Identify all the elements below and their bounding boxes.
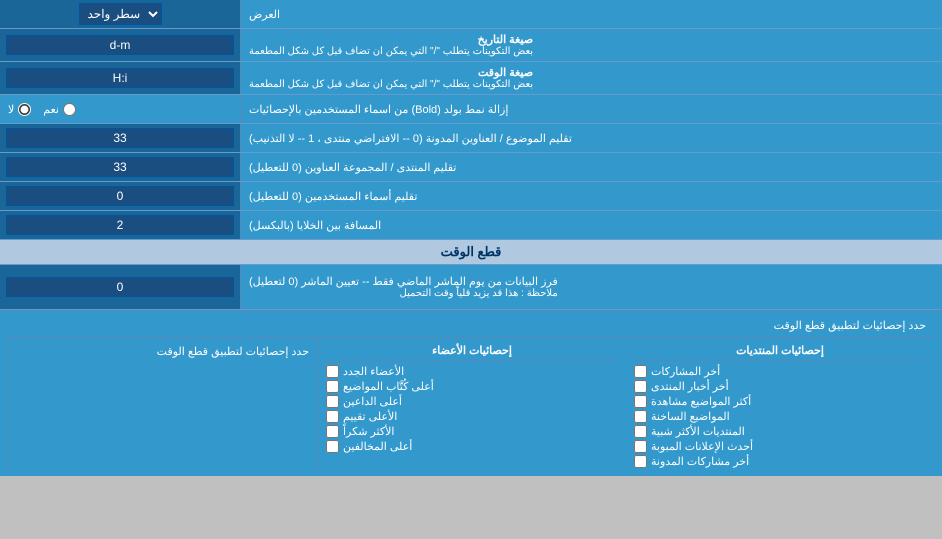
sort-topics-label: تقليم الموضوع / العناوين المدونة (0 -- ا… xyxy=(240,124,942,152)
column-spacing-row: المسافة بين الخلايا (بالبكسل) xyxy=(0,211,942,240)
sort-forum-row: تقليم المنتدى / المجموعة العناوين (0 للت… xyxy=(0,153,942,182)
checkbox-item-forum-news: أخر أخبار المنتدى xyxy=(634,380,926,393)
checkbox-classifieds[interactable] xyxy=(634,440,647,453)
date-format-label: صيغة التاريخ بعض التكوينات يتطلب "/" الت… xyxy=(240,29,942,61)
checkbox-top-writers[interactable] xyxy=(326,380,339,393)
col-members-header: إحصائيات الأعضاء xyxy=(326,341,618,361)
realtime-section-header: قطع الوقت xyxy=(0,240,942,265)
sort-forum-input[interactable] xyxy=(6,157,234,177)
checkbox-item-top-inviters: أعلى الداعين xyxy=(326,395,618,408)
checkbox-top-rated[interactable] xyxy=(326,410,339,423)
checkbox-item-most-viewed: أكثر المواضيع مشاهدة xyxy=(634,395,926,408)
checkbox-top-inviters[interactable] xyxy=(326,395,339,408)
date-format-input[interactable] xyxy=(6,35,234,55)
time-format-input-cell xyxy=(0,62,240,94)
display-mode-label: العرض xyxy=(240,0,942,28)
radio-no[interactable] xyxy=(18,103,31,116)
checkbox-item-new-members: الأعضاء الجدد xyxy=(326,365,618,378)
checkbox-col-forums: إحصائيات المنتديات أخر المشاركات أخر أخب… xyxy=(626,337,934,472)
sort-forum-input-cell xyxy=(0,153,240,181)
bold-remove-row: إزالة نمط بولد (Bold) من اسماء المستخدمي… xyxy=(0,95,942,124)
main-container: العرض سطر واحد عدة أسطر صيغة التاريخ بعض… xyxy=(0,0,942,476)
col-forums-header: إحصائيات المنتديات xyxy=(634,341,926,361)
sort-forum-label: تقليم المنتدى / المجموعة العناوين (0 للت… xyxy=(240,153,942,181)
realtime-filter-row: فرز البيانات من يوم الماشر الماضي فقط --… xyxy=(0,265,942,310)
limit-label-row: حدد إحصائيات لتطبيق قطع الوقت xyxy=(8,315,934,337)
checkbox-col-members: إحصائيات الأعضاء الأعضاء الجدد أعلى كُتَ… xyxy=(317,337,626,472)
sort-users-label: تقليم أسماء المستخدمين (0 للتعطيل) xyxy=(240,182,942,210)
sort-topics-row: تقليم الموضوع / العناوين المدونة (0 -- ا… xyxy=(0,124,942,153)
sort-users-input-cell xyxy=(0,182,240,210)
sort-topics-input-cell xyxy=(0,124,240,152)
checkbox-popular-forums[interactable] xyxy=(634,425,647,438)
checkbox-item-popular-forums: المنتديات الأكثر شبية xyxy=(634,425,926,438)
checkbox-item-top-writers: أعلى كُتَّاب المواضيع xyxy=(326,380,618,393)
column-spacing-label: المسافة بين الخلايا (بالبكسل) xyxy=(240,211,942,239)
checkbox-forum-news[interactable] xyxy=(634,380,647,393)
radio-no-label[interactable]: لا xyxy=(8,103,31,116)
sort-users-row: تقليم أسماء المستخدمين (0 للتعطيل) xyxy=(0,182,942,211)
date-format-row: صيغة التاريخ بعض التكوينات يتطلب "/" الت… xyxy=(0,29,942,62)
realtime-filter-input-cell xyxy=(0,265,240,309)
time-format-row: صيغة الوقت بعض التكوينات يتطلب "/" التي … xyxy=(0,62,942,95)
checkbox-most-thanks[interactable] xyxy=(326,425,339,438)
checkbox-top-violators[interactable] xyxy=(326,440,339,453)
checkbox-shares[interactable] xyxy=(634,365,647,378)
checkbox-item-top-violators: أعلى المخالفين xyxy=(326,440,618,453)
checkboxes-area: حدد إحصائيات لتطبيق قطع الوقت إحصائيات ا… xyxy=(0,310,942,476)
sort-users-input[interactable] xyxy=(6,186,234,206)
checkbox-hot-topics[interactable] xyxy=(634,410,647,423)
time-format-label: صيغة الوقت بعض التكوينات يتطلب "/" التي … xyxy=(240,62,942,94)
sort-topics-input[interactable] xyxy=(6,128,234,148)
radio-yes[interactable] xyxy=(63,103,76,116)
checkbox-most-viewed[interactable] xyxy=(634,395,647,408)
checkboxes-grid: إحصائيات المنتديات أخر المشاركات أخر أخب… xyxy=(8,337,934,472)
checkbox-blog-shares[interactable] xyxy=(634,455,647,468)
bold-remove-label: إزالة نمط بولد (Bold) من اسماء المستخدمي… xyxy=(240,95,942,123)
realtime-filter-label: فرز البيانات من يوم الماشر الماضي فقط --… xyxy=(240,265,942,309)
display-mode-input-cell: سطر واحد عدة أسطر xyxy=(0,0,240,28)
date-format-input-cell xyxy=(0,29,240,61)
realtime-filter-input[interactable] xyxy=(6,277,234,297)
checkbox-item-most-thanks: الأكثر شكراً xyxy=(326,425,618,438)
time-format-input[interactable] xyxy=(6,68,234,88)
bold-remove-radio-cell: نعم لا xyxy=(0,95,240,123)
checkbox-item-classifieds: أحدث الإعلانات المبوبة xyxy=(634,440,926,453)
checkbox-item-blog-shares: أخر مشاركات المدونة xyxy=(634,455,926,468)
checkbox-col-limit: حدد إحصائيات لتطبيق قطع الوقت xyxy=(8,337,317,472)
column-spacing-input[interactable] xyxy=(6,215,234,235)
display-mode-row: العرض سطر واحد عدة أسطر xyxy=(0,0,942,29)
checkbox-item-shares: أخر المشاركات xyxy=(634,365,926,378)
display-mode-select[interactable]: سطر واحد عدة أسطر xyxy=(79,3,162,25)
checkbox-item-top-rated: الأعلى تقييم xyxy=(326,410,618,423)
radio-yes-label[interactable]: نعم xyxy=(43,103,76,116)
column-spacing-input-cell xyxy=(0,211,240,239)
checkbox-new-members[interactable] xyxy=(326,365,339,378)
limit-col-label: حدد إحصائيات لتطبيق قطع الوقت xyxy=(17,341,309,362)
checkbox-item-hot-topics: المواضيع الساخنة xyxy=(634,410,926,423)
